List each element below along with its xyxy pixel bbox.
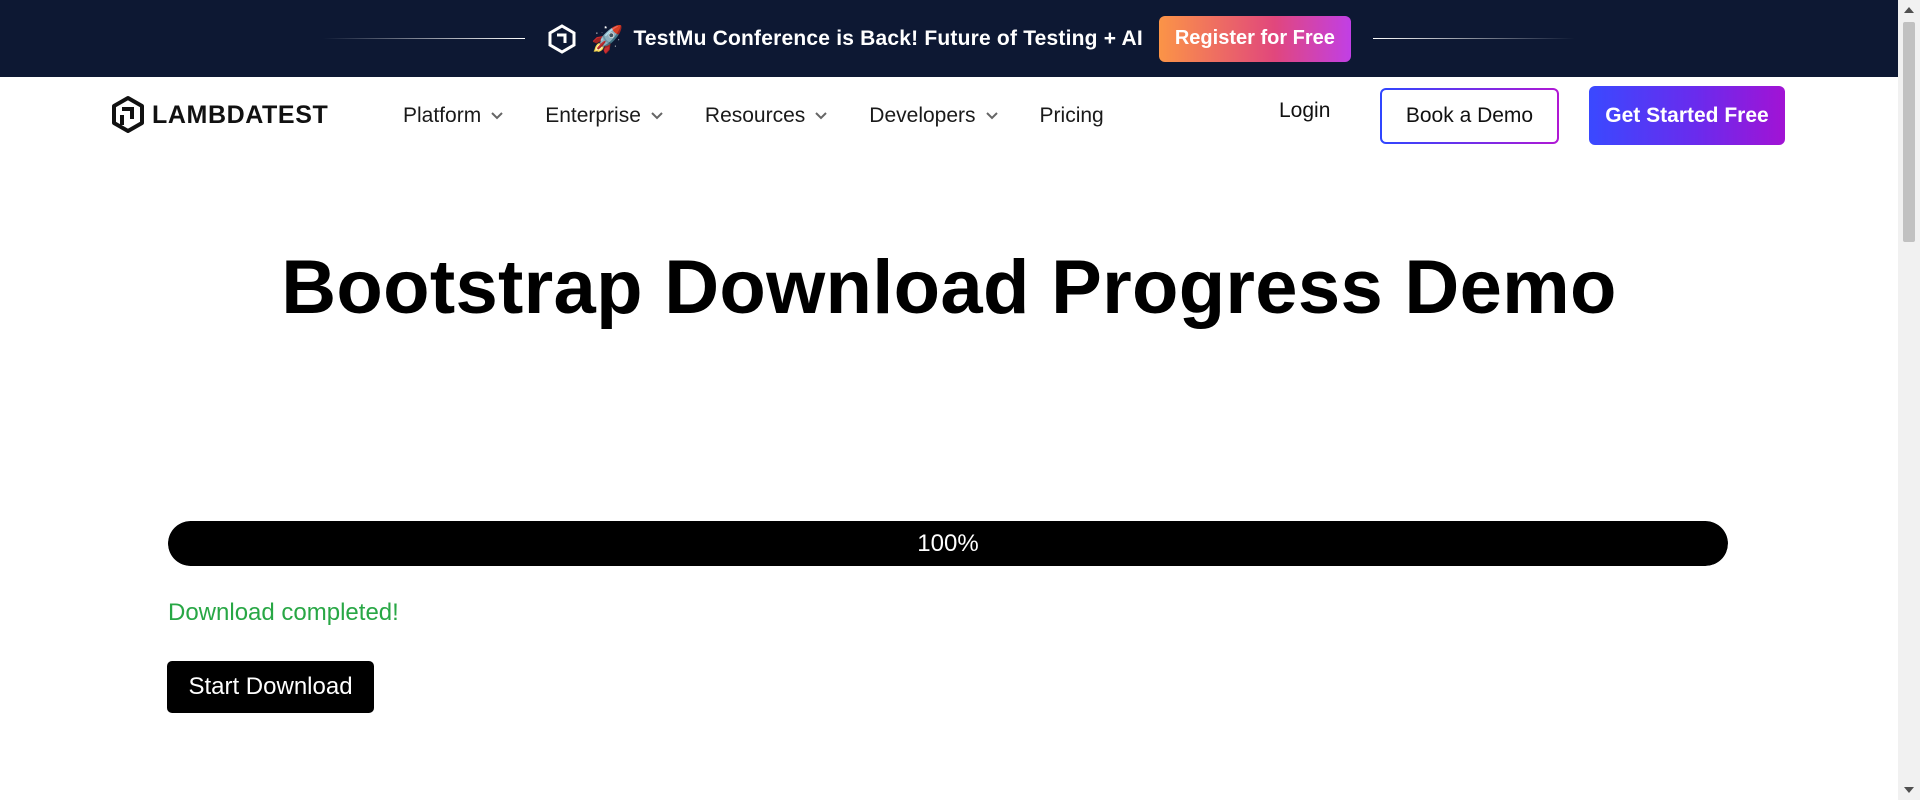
register-button[interactable]: Register for Free [1158, 15, 1351, 62]
nav-item-pricing[interactable]: Pricing [1040, 104, 1104, 128]
banner-divider-right [1372, 38, 1575, 39]
nav-item-resources[interactable]: Resources [704, 103, 828, 128]
scroll-thumb[interactable] [1903, 22, 1915, 242]
top-navigation: LAMBDATEST Platform Enterprise Resources… [0, 77, 1898, 154]
download-progress-bar: 100% [168, 521, 1728, 566]
download-status: Download completed! [168, 599, 399, 626]
page-scrollbar[interactable] [1898, 0, 1920, 800]
chevron-down-icon [985, 111, 998, 119]
lambdatest-logo-icon [112, 96, 144, 133]
nav-item-label: Enterprise [545, 103, 641, 127]
banner-divider-left [323, 38, 526, 39]
page-title: Bootstrap Download Progress Demo [281, 245, 1617, 330]
scroll-up-icon[interactable] [1898, 0, 1920, 20]
chevron-down-icon [491, 111, 503, 119]
progress-label: 100% [917, 529, 979, 557]
banner-message: TestMu Conference is Back! Future of Tes… [633, 26, 1143, 50]
brand-name: LAMBDATEST [152, 100, 329, 129]
login-link[interactable]: Login [1279, 99, 1330, 123]
chevron-down-icon [651, 111, 663, 119]
rocket-icon: 🚀 [591, 23, 624, 54]
start-download-button[interactable]: Start Download [167, 661, 374, 713]
main-menu: Platform Enterprise Resources Developers… [403, 77, 1146, 154]
nav-item-platform[interactable]: Platform [403, 104, 503, 128]
testmu-logo-icon [547, 23, 577, 54]
nav-item-label: Pricing [1039, 103, 1104, 127]
get-started-button[interactable]: Get Started Free [1589, 86, 1785, 145]
nav-item-label: Developers [869, 103, 976, 127]
brand-logo[interactable]: LAMBDATEST [110, 95, 328, 135]
nav-item-developers[interactable]: Developers [869, 103, 998, 128]
progress-fill: 100% [168, 521, 1728, 566]
chevron-down-icon [815, 111, 828, 119]
announcement-banner: 🚀 TestMu Conference is Back! Future of T… [0, 0, 1898, 77]
book-demo-button[interactable]: Book a Demo [1380, 88, 1559, 144]
scroll-down-icon[interactable] [1898, 780, 1920, 800]
nav-item-enterprise[interactable]: Enterprise [545, 104, 663, 128]
nav-item-label: Platform [403, 103, 482, 127]
nav-item-label: Resources [704, 103, 806, 127]
